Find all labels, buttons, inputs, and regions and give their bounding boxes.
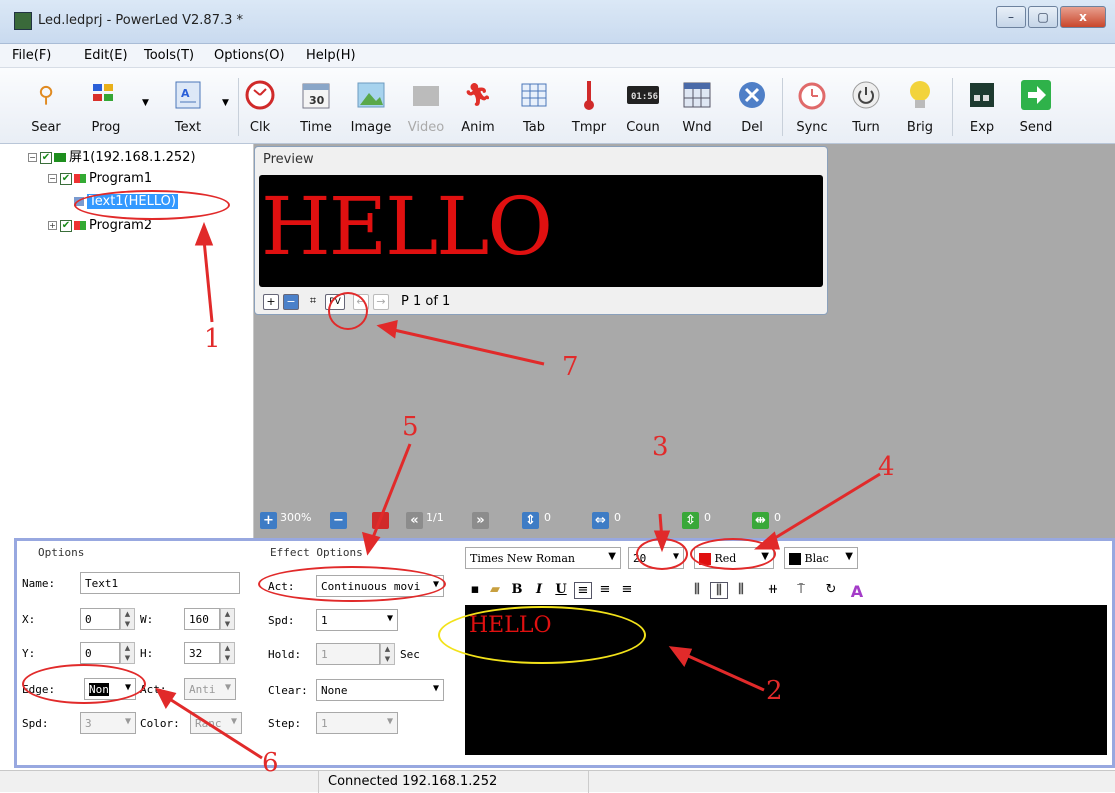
annotation-number-2: 2: [766, 676, 783, 706]
annotation-ellipse-7: [328, 292, 368, 330]
annotation-ellipse-4: [690, 538, 776, 570]
annotation-number-4: 4: [878, 452, 895, 482]
annotation-number-7: 7: [562, 352, 579, 382]
annotation-number-6: 6: [262, 748, 279, 778]
annotation-ellipse-5: [258, 566, 446, 602]
annotation-ellipse-2: [438, 606, 646, 664]
annotation-number-3: 3: [652, 432, 669, 462]
annotation-arrows: [155, 221, 881, 760]
annotation-number-1: 1: [204, 324, 221, 354]
annotation-number-5: 5: [402, 412, 419, 442]
annotation-ellipse-3: [636, 538, 688, 570]
annotation-ellipse-6: [22, 664, 146, 704]
